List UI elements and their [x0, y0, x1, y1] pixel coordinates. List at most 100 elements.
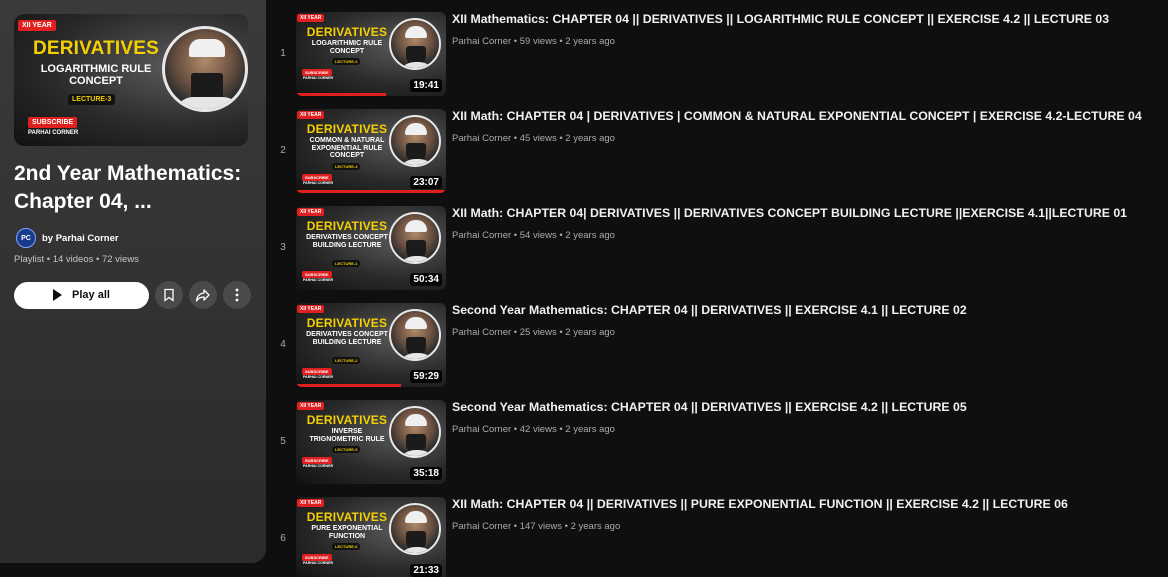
subscribe-badge: SUBSCRIBE — [302, 173, 332, 181]
brand-text: PARHAI CORNER — [303, 76, 334, 80]
thumbnail-artwork: XII YEAR DERIVATIVES LOGARITHMIC RULE CO… — [14, 14, 248, 146]
video-title[interactable]: Second Year Mathematics: CHAPTER 04 || D… — [452, 400, 1142, 415]
thumb-title: DERIVATIVES — [306, 316, 388, 330]
playlist-video-list: 1 XII YEAR DERIVATIVES LOGARITHMIC RULE … — [276, 12, 1156, 577]
thumb-title: DERIVATIVES — [306, 25, 388, 39]
video-index: 2 — [280, 145, 286, 156]
subscribe-badge: SUBSCRIBE — [302, 69, 332, 76]
thumb-title: DERIVATIVES — [306, 219, 388, 233]
share-icon — [195, 289, 210, 302]
play-icon — [53, 289, 63, 301]
playlist-actions: Play all — [14, 281, 252, 309]
video-meta: Parhai Corner • 59 views • 2 years ago — [452, 36, 615, 47]
video-thumbnail[interactable]: XII YEAR DERIVATIVES DERIVATIVES CONCEPT… — [296, 206, 446, 290]
thumb-subtitle: PURE EXPONENTIAL FUNCTION — [311, 525, 383, 540]
avatar[interactable]: PC — [16, 228, 36, 248]
thumb-subtitle: COMMON & NATURAL EXPONENTIAL RULE CONCEP… — [309, 137, 385, 159]
subscribe-badge: SUBSCRIBE — [302, 367, 332, 375]
watch-progress-bar — [296, 93, 386, 96]
subscribe-badge: SUBSCRIBE — [302, 554, 332, 561]
thumb-subtitle: DERIVATIVES CONCEPT BUILDING LECTURE — [306, 234, 388, 249]
video-thumbnail[interactable]: XII YEAR DERIVATIVES PURE EXPONENTIAL FU… — [296, 497, 446, 577]
more-icon — [235, 288, 239, 302]
save-icon — [164, 288, 174, 302]
brand-text: PARHAI CORNER — [303, 180, 334, 185]
video-thumbnail[interactable]: XII YEAR DERIVATIVES LOGARITHMIC RULE CO… — [296, 12, 446, 96]
video-index: 6 — [280, 533, 286, 544]
video-thumbnail[interactable]: XII YEAR DERIVATIVES INVERSE TRIGNOMETRI… — [296, 400, 446, 484]
duration-badge: 35:18 — [410, 467, 442, 480]
playlist-owner[interactable]: PC by Parhai Corner — [14, 228, 252, 248]
video-title[interactable]: XII Mathematics: CHAPTER 04 || DERIVATIV… — [452, 12, 1142, 27]
video-thumbnail[interactable]: XII YEAR DERIVATIVES COMMON & NATURAL EX… — [296, 109, 446, 193]
thumb-subtitle: LOGARITHMIC RULE CONCEPT — [311, 40, 383, 55]
thumb-subtitle: INVERSE TRIGNOMETRIC RULE — [309, 428, 385, 443]
video-index: 1 — [280, 48, 286, 59]
video-meta: Parhai Corner • 25 views • 2 years ago — [452, 327, 615, 338]
video-title[interactable]: XII Math: CHAPTER 04 | DERIVATIVES | COM… — [452, 109, 1142, 124]
playlist-header-panel: XII YEAR DERIVATIVES LOGARITHMIC RULE CO… — [0, 0, 266, 563]
list-item[interactable]: 2 XII YEAR DERIVATIVES COMMON & NATURAL … — [276, 109, 1156, 206]
presenter-photo — [389, 18, 441, 70]
thumb-subtitle: DERIVATIVES CONCEPT BUILDING LECTURE — [306, 331, 388, 346]
playlist-thumbnail[interactable]: XII YEAR DERIVATIVES LOGARITHMIC RULE CO… — [14, 14, 248, 146]
subscribe-badge: SUBSCRIBE — [302, 270, 332, 278]
play-all-label: Play all — [72, 289, 110, 301]
presenter-photo — [389, 503, 441, 555]
video-meta: Parhai Corner • 54 views • 2 years ago — [452, 230, 615, 241]
duration-badge: 23:07 — [410, 176, 442, 189]
year-badge: XII YEAR — [297, 402, 325, 410]
list-item[interactable]: 3 XII YEAR DERIVATIVES DERIVATIVES CONCE… — [276, 206, 1156, 303]
presenter-photo — [389, 309, 441, 361]
video-title[interactable]: Second Year Mathematics: CHAPTER 04 || D… — [452, 303, 1142, 318]
duration-badge: 21:33 — [410, 564, 442, 577]
video-index: 5 — [280, 436, 286, 447]
year-badge: XII YEAR — [297, 305, 325, 313]
lecture-badge: LECTURE-2 — [332, 356, 361, 364]
thumb-title: DERIVATIVES — [306, 510, 388, 524]
video-title[interactable]: XII Math: CHAPTER 04| DERIVATIVES || DER… — [452, 206, 1142, 221]
list-item[interactable]: 6 XII YEAR DERIVATIVES PURE EXPONENTIAL … — [276, 497, 1156, 577]
list-item[interactable]: 1 XII YEAR DERIVATIVES LOGARITHMIC RULE … — [276, 12, 1156, 109]
list-item[interactable]: 4 XII YEAR DERIVATIVES DERIVATIVES CONCE… — [276, 303, 1156, 400]
lecture-badge: LECTURE-3 — [68, 94, 116, 105]
thumb-title: DERIVATIVES — [306, 413, 388, 427]
list-item[interactable]: 5 XII YEAR DERIVATIVES INVERSE TRIGNOMET… — [276, 400, 1156, 497]
thumb-subtitle: LOGARITHMIC RULE CONCEPT — [40, 63, 152, 87]
lecture-badge: LECTURE-5 — [332, 446, 361, 453]
brand-text: PARHAI CORNER — [303, 464, 334, 468]
video-index: 3 — [280, 242, 286, 253]
duration-badge: 50:34 — [410, 273, 442, 286]
video-thumbnail[interactable]: XII YEAR DERIVATIVES DERIVATIVES CONCEPT… — [296, 303, 446, 387]
brand-text: PARHAI CORNER — [303, 561, 334, 565]
save-playlist-button[interactable] — [155, 281, 183, 309]
video-meta: Parhai Corner • 45 views • 2 years ago — [452, 133, 615, 144]
video-title[interactable]: XII Math: CHAPTER 04 || DERIVATIVES || P… — [452, 497, 1142, 512]
presenter-photo — [389, 406, 441, 458]
subscribe-badge: SUBSCRIBE — [302, 457, 332, 464]
play-all-button[interactable]: Play all — [14, 281, 149, 309]
video-meta: Parhai Corner • 42 views • 2 years ago — [452, 424, 615, 435]
year-badge: XII YEAR — [297, 14, 325, 22]
subscribe-badge: SUBSCRIBE — [28, 117, 78, 128]
year-badge: XII YEAR — [297, 208, 325, 216]
playlist-meta: Playlist • 14 videos • 72 views — [14, 254, 139, 265]
more-actions-button[interactable] — [223, 281, 251, 309]
lecture-badge: LECTURE-4 — [332, 162, 361, 170]
video-meta: Parhai Corner • 147 views • 2 years ago — [452, 521, 621, 532]
lecture-badge: LECTURE-1 — [332, 259, 361, 267]
presenter-photo — [389, 115, 441, 167]
brand-text: PARHAI CORNER — [303, 277, 334, 282]
thumb-title: DERIVATIVES — [32, 38, 160, 59]
brand-text: PARHAI CORNER — [28, 130, 79, 136]
presenter-photo — [162, 26, 248, 112]
presenter-photo — [389, 212, 441, 264]
watch-progress-bar — [296, 384, 401, 387]
playlist-title: 2nd Year Mathematics: Chapter 04, ... — [14, 162, 242, 213]
share-button[interactable] — [189, 281, 217, 309]
brand-text: PARHAI CORNER — [303, 374, 334, 379]
year-badge: XII YEAR — [297, 111, 325, 119]
watch-progress-bar — [296, 190, 446, 193]
duration-badge: 19:41 — [410, 79, 442, 92]
owner-name[interactable]: by Parhai Corner — [42, 233, 119, 244]
